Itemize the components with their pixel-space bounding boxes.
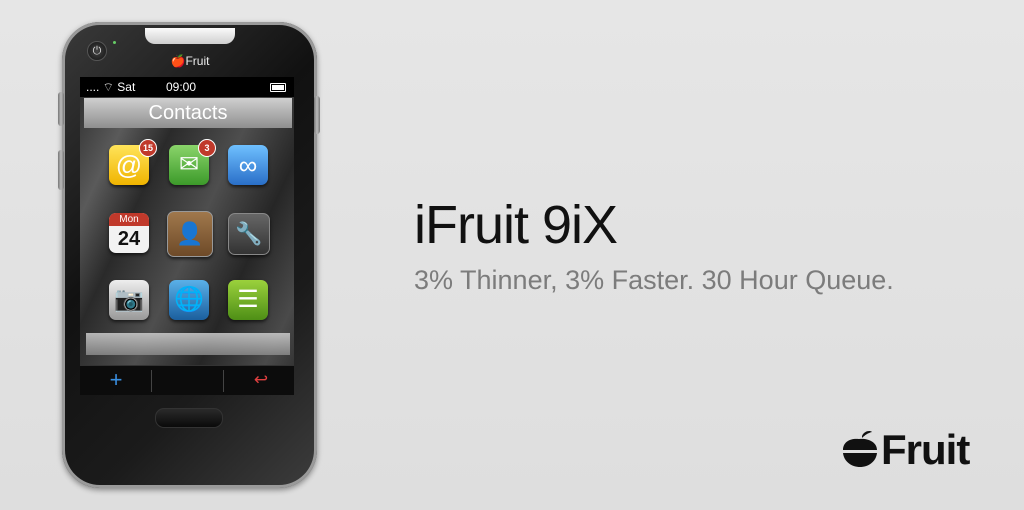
power-button[interactable]: ⏻ — [87, 41, 107, 61]
messages-badge: 3 — [198, 139, 216, 157]
product-tagline: 3% Thinner, 3% Faster. 30 Hour Queue. — [414, 265, 894, 295]
volume-down-button[interactable] — [58, 150, 64, 190]
camera-app[interactable]: 📷 — [109, 280, 149, 320]
front-camera — [113, 41, 116, 44]
sync-app[interactable]: ∞ — [228, 145, 268, 185]
speaker-notch — [145, 28, 235, 44]
product-title: iFruit 9iX — [414, 195, 618, 255]
battery-icon — [270, 83, 286, 92]
camera-icon: 📷 — [114, 286, 144, 313]
settings-app[interactable]: 🔧 — [228, 213, 270, 255]
fruit-logo-icon: 🍎 — [170, 54, 186, 68]
signal-and-day: .... ⌔ Sat — [86, 80, 136, 94]
brand-logo-text: Fruit — [881, 426, 970, 473]
status-time: 09:00 — [166, 80, 197, 94]
side-button[interactable] — [314, 96, 320, 134]
phone-brand-text: Fruit — [185, 54, 210, 68]
phone-screen: .... ⌔ Sat 09:00 Contacts @ 15 ✉ 3 ∞ Mon… — [80, 77, 294, 395]
browser-app[interactable]: 🌐 — [169, 280, 209, 320]
status-bar: .... ⌔ Sat 09:00 — [80, 77, 294, 97]
calendar-app[interactable]: Mon 24 — [109, 213, 149, 253]
contacts-app[interactable]: 👤 — [167, 211, 213, 257]
home-button[interactable] — [155, 408, 223, 428]
calendar-date: 24 — [117, 228, 141, 250]
power-icon: ⏻ — [92, 45, 102, 57]
globe-icon: 🌐 — [174, 286, 204, 313]
mail-badge: 15 — [139, 139, 157, 157]
toolbar-divider — [151, 370, 152, 392]
calendar-day: Mon — [109, 213, 149, 226]
volume-up-button[interactable] — [58, 92, 64, 126]
battery-level — [272, 85, 284, 90]
bottom-toolbar: + ↩ — [80, 365, 294, 395]
app-dock — [86, 333, 290, 355]
phone-brand-label: 🍎Fruit — [150, 54, 230, 68]
toolbar-divider — [223, 370, 224, 392]
contacts-icon: 👤 — [176, 221, 204, 246]
wrench-icon: 🔧 — [235, 221, 263, 246]
notes-app[interactable]: ☰ — [228, 280, 268, 320]
back-icon[interactable]: ↩ — [250, 366, 272, 394]
brand-logo: Fruit — [840, 426, 990, 473]
sync-icon: ∞ — [238, 150, 258, 180]
add-icon[interactable]: + — [106, 366, 126, 394]
fruit-logo-icon — [843, 431, 877, 467]
notes-icon: ☰ — [237, 286, 259, 313]
screen-title: Contacts — [84, 98, 292, 128]
